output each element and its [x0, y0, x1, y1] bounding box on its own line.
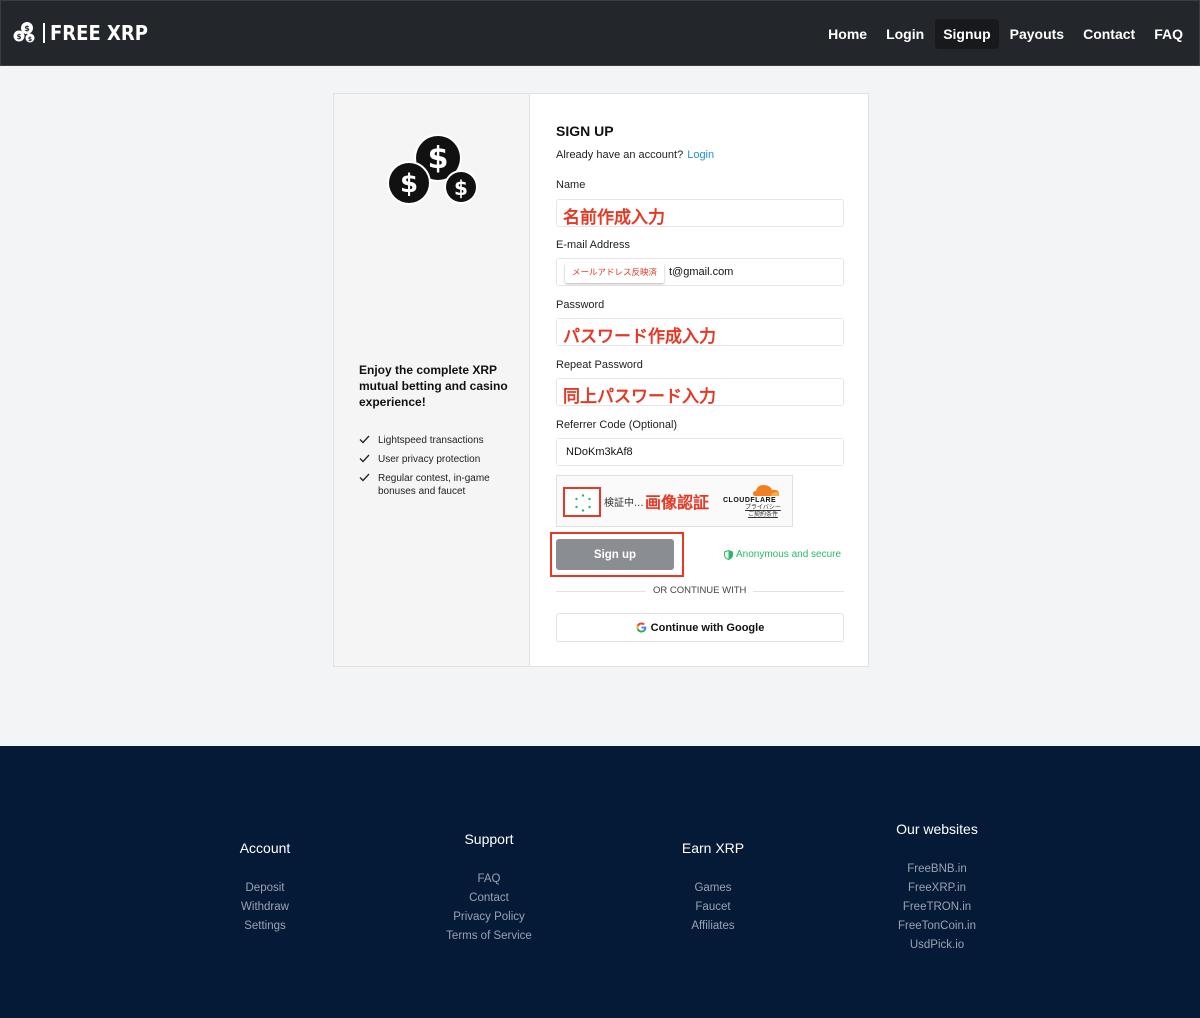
shield-icon [724, 549, 733, 560]
name-field[interactable]: 名前作成入力 [556, 199, 844, 228]
name-input[interactable] [557, 200, 843, 226]
coins-logo-icon: $ $ $ [13, 22, 35, 43]
nav-contact[interactable]: Contact [1075, 19, 1143, 49]
footer-heading: Earn XRP [681, 840, 745, 856]
brand-logo-link[interactable]: $ $ $ FREE XRP [13, 21, 148, 45]
google-signin-button[interactable]: Continue with Google [556, 613, 844, 642]
footer-link-contact[interactable]: Contact [409, 889, 569, 908]
brand-divider [43, 23, 45, 43]
footer-link-terms[interactable]: Terms of Service [409, 927, 569, 946]
google-label: Continue with Google [650, 621, 765, 634]
footer-heading: Account [239, 840, 291, 856]
nav-signup[interactable]: Signup [935, 19, 999, 49]
signup-card: $ $ $ Enjoy the complete XRP mutual bett… [333, 93, 869, 667]
email-value: t@gmail.com [669, 266, 734, 278]
footer-link-usdpick[interactable]: UsdPick.io [857, 936, 1017, 955]
feature-item: Regular contest, in-game bonuses and fau… [359, 472, 519, 498]
feature-item: Lightspeed transactions [359, 434, 519, 447]
feature-label: User privacy protection [378, 454, 481, 465]
spinner-icon [575, 494, 591, 512]
have-account-label: Already have an account? [556, 149, 684, 161]
svg-text:$: $ [28, 36, 32, 43]
nav-payouts[interactable]: Payouts [1002, 19, 1072, 49]
svg-text:$: $ [17, 33, 22, 41]
check-icon [359, 473, 370, 482]
feature-label: Lightspeed transactions [378, 435, 484, 446]
footer-col-account: Account Deposit Withdraw Settings [185, 840, 345, 936]
svg-text:$: $ [400, 169, 418, 199]
referrer-field[interactable] [556, 438, 844, 466]
captcha-status: 検証中... [604, 498, 644, 509]
secure-note: Anonymous and secure [724, 549, 841, 560]
captcha-annotation: 画像認証 [645, 493, 710, 512]
email-annotation: メールアドレス反映済 [565, 263, 665, 283]
password-field[interactable]: パスワード作成入力 [556, 318, 844, 347]
footer-link-withdraw[interactable]: Withdraw [185, 898, 345, 917]
email-label: E-mail Address [556, 239, 630, 251]
check-icon [359, 435, 370, 444]
footer-col-websites: Our websites FreeBNB.in FreeXRP.in FreeT… [857, 821, 1017, 955]
email-field[interactable]: t@gmail.com メールアドレス反映済 [556, 258, 844, 286]
footer-link-settings[interactable]: Settings [185, 917, 345, 936]
or-text: OR CONTINUE WITH [646, 585, 754, 596]
repeat-password-input[interactable] [557, 379, 843, 405]
cloudflare-links: プライバシー ご契約条件 [745, 505, 781, 519]
password-input[interactable] [557, 319, 843, 345]
password-label: Password [556, 299, 605, 311]
footer-link-deposit[interactable]: Deposit [185, 879, 345, 898]
secure-text: Anonymous and secure [736, 549, 842, 560]
footer-link-affiliates[interactable]: Affiliates [633, 917, 793, 936]
feature-label: Regular contest, in-game bonuses and fau… [378, 473, 490, 497]
footer-link-games[interactable]: Games [633, 879, 793, 898]
svg-text:$: $ [454, 176, 468, 200]
captcha-checkbox[interactable] [563, 487, 601, 517]
footer-heading: Our websites [896, 821, 978, 837]
nav-faq[interactable]: FAQ [1146, 19, 1191, 49]
footer-link-freebnb[interactable]: FreeBNB.in [857, 860, 1017, 879]
referrer-input[interactable] [557, 439, 843, 465]
svg-text:$: $ [428, 141, 449, 176]
cf-terms-link[interactable]: ご契約条件 [745, 512, 781, 519]
site-footer: Account Deposit Withdraw Settings Suppor… [0, 746, 1200, 1018]
feature-list: Lightspeed transactions User privacy pro… [359, 434, 519, 504]
repeat-password-field[interactable]: 同上パスワード入力 [556, 378, 844, 407]
captcha-widget: 検証中... 画像認証 CLOUDFLARE プライバシー ご契約条件 [556, 475, 793, 527]
nav-login[interactable]: Login [878, 19, 932, 49]
footer-link-freetoncoin[interactable]: FreeTonCoin.in [857, 917, 1017, 936]
google-icon [636, 622, 646, 633]
top-navbar: $ $ $ FREE XRP Home Login Signup Payouts… [0, 0, 1200, 66]
check-icon [359, 454, 370, 463]
footer-heading: Support [464, 831, 514, 847]
or-divider: OR CONTINUE WITH [556, 584, 844, 598]
login-link[interactable]: Login [687, 149, 714, 161]
feature-item: User privacy protection [359, 453, 519, 466]
have-account-text: Already have an account? Login [556, 149, 714, 161]
footer-col-earn: Earn XRP Games Faucet Affiliates [633, 840, 793, 936]
promo-panel: $ $ $ Enjoy the complete XRP mutual bett… [334, 94, 530, 666]
signup-button[interactable]: Sign up [556, 539, 674, 570]
footer-col-support: Support FAQ Contact Privacy Policy Terms… [409, 831, 569, 946]
referrer-label: Referrer Code (Optional) [556, 419, 678, 431]
footer-link-faq[interactable]: FAQ [409, 870, 569, 889]
footer-link-freexrp[interactable]: FreeXRP.in [857, 879, 1017, 898]
svg-text:$: $ [24, 24, 30, 33]
promo-text: Enjoy the complete XRP mutual betting an… [359, 363, 508, 409]
name-label: Name [556, 179, 586, 191]
footer-link-privacy[interactable]: Privacy Policy [409, 908, 569, 927]
page-title: SIGN UP [556, 123, 614, 139]
repeat-password-label: Repeat Password [556, 359, 643, 371]
footer-link-freetron[interactable]: FreeTRON.in [857, 898, 1017, 917]
dollar-coins-icon: $ $ $ [387, 134, 478, 205]
footer-link-faucet[interactable]: Faucet [633, 898, 793, 917]
cf-privacy-link[interactable]: プライバシー [745, 505, 781, 512]
cloudflare-wordmark: CLOUDFLARE [723, 497, 777, 504]
cloudflare-cloud-icon [753, 485, 779, 496]
nav-home[interactable]: Home [820, 19, 875, 49]
brand-name: FREE XRP [50, 21, 148, 45]
main-nav: Home Login Signup Payouts Contact FAQ [817, 19, 1191, 49]
signup-highlight: Sign up [550, 532, 684, 577]
